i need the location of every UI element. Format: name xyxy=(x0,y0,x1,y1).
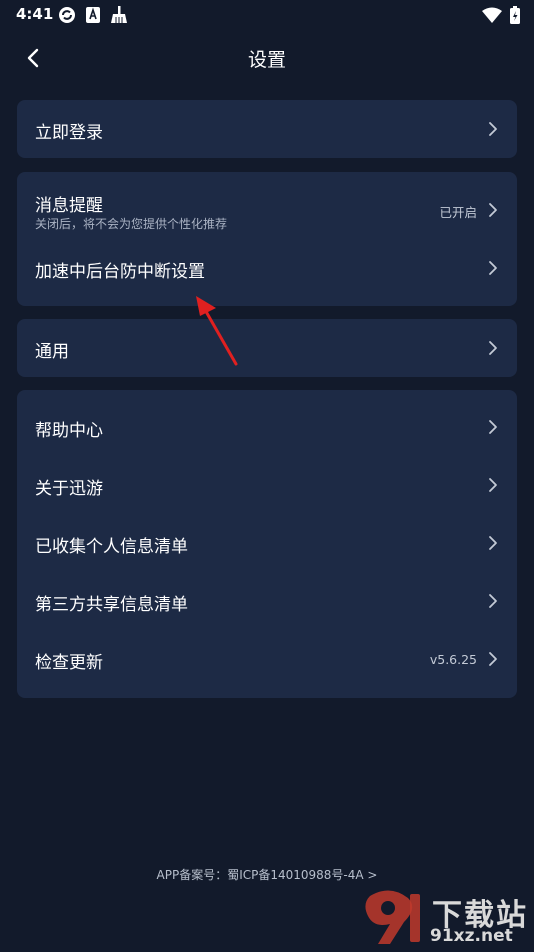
notification-card: 消息提醒 关闭后，将不会为您提供个性化推荐 已开启 加速中后台防中断设置 xyxy=(17,172,517,306)
about-xunyou-label: 关于迅游 xyxy=(35,479,103,499)
check-update-label: 检查更新 xyxy=(35,653,103,673)
icp-filing-link[interactable]: APP备案号：蜀ICP备14010988号-4A > xyxy=(0,866,534,883)
about-card: 帮助中心 关于迅游 已收集个人信息清单 第三方共享信息清单 检查更新 v5.6.… xyxy=(17,390,517,698)
third-party-sharing-row[interactable]: 第三方共享信息清单 xyxy=(17,572,517,630)
collected-info-list-row[interactable]: 已收集个人信息清单 xyxy=(17,514,517,572)
chevron-right-icon xyxy=(489,536,497,550)
check-update-row[interactable]: 检查更新 v5.6.25 xyxy=(17,630,517,688)
status-icons-left xyxy=(58,6,128,24)
page-title: 设置 xyxy=(247,49,286,71)
background-protection-label: 加速中后台防中断设置 xyxy=(35,262,205,282)
chevron-right-icon xyxy=(489,652,497,666)
collected-info-list-label: 已收集个人信息清单 xyxy=(35,537,188,557)
status-bar: 4:41 xyxy=(0,0,534,30)
general-label: 通用 xyxy=(35,342,69,362)
status-icons-right xyxy=(482,6,520,24)
background-protection-row[interactable]: 加速中后台防中断设置 xyxy=(17,240,517,298)
watermark-sub-text: 91xz.net xyxy=(430,926,513,946)
wifi-icon xyxy=(482,7,502,23)
chevron-right-icon xyxy=(489,478,497,492)
message-reminder-subtitle: 关闭后，将不会为您提供个性化推荐 xyxy=(35,217,228,231)
login-label: 立即登录 xyxy=(35,123,103,143)
chevron-right-icon xyxy=(489,341,497,355)
sync-icon xyxy=(59,7,75,23)
accessibility-icon xyxy=(86,7,100,23)
general-card: 通用 xyxy=(17,319,517,377)
app-version: v5.6.25 xyxy=(429,652,477,667)
login-row[interactable]: 立即登录 xyxy=(17,100,517,158)
help-center-row[interactable]: 帮助中心 xyxy=(17,398,517,456)
chevron-right-icon xyxy=(489,122,497,136)
chevron-right-icon xyxy=(489,420,497,434)
third-party-sharing-label: 第三方共享信息清单 xyxy=(35,595,188,615)
message-reminder-row[interactable]: 消息提醒 关闭后，将不会为您提供个性化推荐 已开启 xyxy=(17,172,517,240)
login-card: 立即登录 xyxy=(17,100,517,158)
general-row[interactable]: 通用 xyxy=(17,319,517,377)
message-reminder-label: 消息提醒 xyxy=(35,196,103,216)
red-arrow-icon xyxy=(196,296,238,366)
nav-bar: 设置 xyxy=(0,32,534,82)
battery-icon xyxy=(510,6,520,24)
status-time: 4:41 xyxy=(16,5,54,23)
watermark: 下载站 91xz.net xyxy=(360,888,530,948)
about-xunyou-row[interactable]: 关于迅游 xyxy=(17,456,517,514)
message-reminder-status: 已开启 xyxy=(439,205,477,220)
chevron-right-icon xyxy=(489,261,497,275)
watermark-logo-icon xyxy=(365,890,420,944)
chevron-right-icon xyxy=(489,594,497,608)
help-center-label: 帮助中心 xyxy=(35,421,103,441)
broom-icon xyxy=(111,6,127,23)
chevron-right-icon xyxy=(489,203,497,217)
